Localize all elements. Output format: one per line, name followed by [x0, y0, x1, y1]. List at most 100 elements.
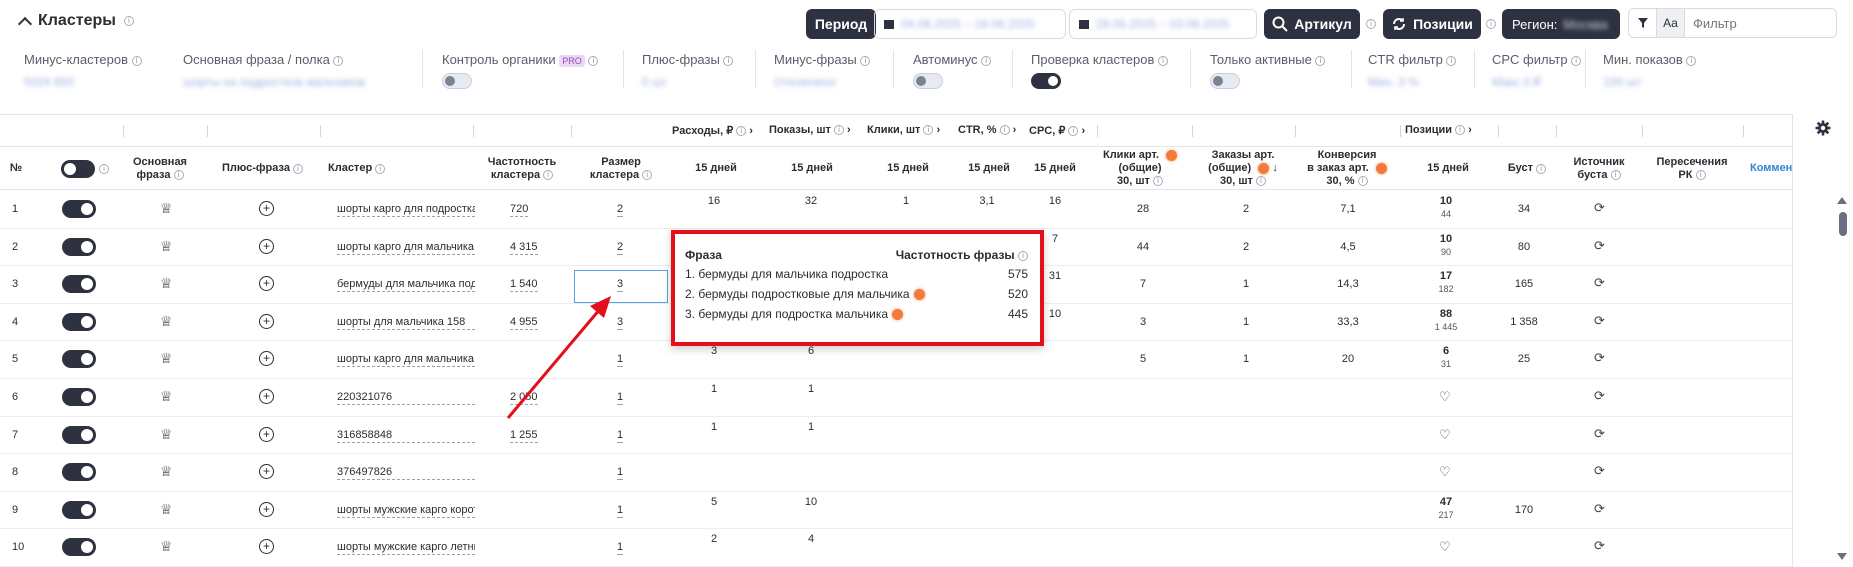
group-cpc[interactable]: CPC, ₽ i ›: [1029, 124, 1085, 137]
organic-toggle[interactable]: [442, 73, 472, 89]
autominus-toggle[interactable]: [913, 73, 943, 89]
cluster-size[interactable]: 3: [617, 316, 624, 330]
plus-circle-icon[interactable]: +: [259, 351, 274, 367]
col-cpc-15d[interactable]: 15 дней: [1022, 147, 1088, 190]
info-icon[interactable]: i: [1357, 176, 1368, 187]
info-icon[interactable]: i: [736, 126, 747, 137]
cluster-name[interactable]: шорты карго для мальчика: [337, 241, 475, 255]
info-icon[interactable]: i: [1255, 176, 1266, 187]
plus-circle-icon[interactable]: +: [259, 276, 274, 292]
crown-icon[interactable]: ♕: [160, 427, 173, 441]
refresh-icon[interactable]: ⟳: [1594, 314, 1605, 327]
cluster-size[interactable]: 1: [617, 391, 624, 405]
col-frequency[interactable]: Частотность кластера i: [474, 147, 570, 190]
row-active-toggle[interactable]: [62, 500, 96, 519]
col-ctr-15d[interactable]: 15 дней: [956, 147, 1022, 190]
crown-icon[interactable]: ♕: [160, 276, 173, 290]
cluster-frequency[interactable]: 1 255: [510, 429, 538, 443]
info-icon[interactable]: i: [1315, 55, 1326, 66]
period-button[interactable]: Период: [806, 9, 876, 39]
cluster-name[interactable]: шорты мужские карго короткие: [337, 504, 475, 518]
col-expenses-15d[interactable]: 15 дней: [668, 147, 764, 190]
scroll-up-arrow[interactable]: [1837, 197, 1847, 204]
info-icon[interactable]: i: [99, 163, 109, 174]
toggle-all[interactable]: [61, 159, 95, 178]
heart-icon[interactable]: ♡: [1439, 428, 1451, 441]
col-boost-source[interactable]: Источник буста i: [1556, 147, 1642, 190]
group-ctr[interactable]: CTR, % i ›: [958, 124, 1016, 136]
section-header[interactable]: Кластеры i: [17, 12, 134, 31]
minus-phrases-value[interactable]: Отключено: [774, 75, 870, 89]
cluster-frequency[interactable]: 4 315: [510, 241, 538, 255]
refresh-icon[interactable]: ⟳: [1594, 464, 1605, 477]
crown-icon[interactable]: ♕: [160, 464, 173, 478]
positions-button[interactable]: Позиции: [1383, 9, 1481, 39]
cluster-name[interactable]: шорты для мальчика 158: [337, 316, 475, 330]
ctr-filter-value[interactable]: Мин. 3 %: [1368, 75, 1456, 89]
row-active-toggle[interactable]: [62, 538, 96, 557]
crown-icon[interactable]: ♕: [160, 502, 173, 516]
info-icon[interactable]: i: [999, 125, 1010, 136]
info-icon[interactable]: i: [1158, 55, 1169, 66]
funnel-icon[interactable]: [1629, 9, 1657, 37]
info-icon[interactable]: i: [333, 55, 344, 66]
col-rk-cross[interactable]: Пересечения РК i: [1642, 147, 1742, 190]
row-active-toggle[interactable]: [62, 388, 96, 406]
cluster-size[interactable]: 2: [617, 241, 624, 255]
date-range-current[interactable]: 04.06.2025 – 18.06.2025: [874, 9, 1066, 39]
refresh-icon[interactable]: ⟳: [1594, 239, 1605, 252]
col-shows-15d[interactable]: 15 дней: [764, 147, 860, 190]
crown-icon[interactable]: ♕: [160, 201, 173, 215]
col-art-clicks[interactable]: Клики арт. (общие) 30, шт i: [1092, 147, 1188, 190]
heart-icon[interactable]: ♡: [1439, 465, 1451, 478]
cluster-name[interactable]: 376497826: [337, 466, 475, 481]
plus-circle-icon[interactable]: +: [259, 313, 274, 329]
info-icon[interactable]: i: [131, 55, 142, 66]
info-icon[interactable]: i: [642, 169, 653, 180]
group-positions[interactable]: Позиции i ›: [1405, 124, 1472, 136]
col-cluster[interactable]: Кластер i: [328, 147, 468, 190]
info-icon[interactable]: i: [375, 163, 386, 174]
col-comment[interactable]: Коммен: [1750, 147, 1792, 190]
crown-icon[interactable]: ♕: [160, 314, 173, 328]
info-icon[interactable]: i: [723, 55, 734, 66]
info-icon[interactable]: i: [1455, 125, 1466, 136]
check-clusters-toggle[interactable]: [1031, 73, 1061, 89]
info-icon[interactable]: i: [981, 55, 992, 66]
group-shows[interactable]: Показы, шт i ›: [769, 124, 851, 136]
cluster-size[interactable]: 2: [617, 203, 624, 217]
cluster-size[interactable]: 1: [617, 541, 624, 556]
refresh-icon[interactable]: ⟳: [1594, 351, 1605, 364]
chevron-up-icon[interactable]: [17, 16, 33, 31]
info-icon[interactable]: i: [860, 55, 871, 66]
col-positions-15d[interactable]: 15 дней: [1400, 147, 1496, 190]
info-icon[interactable]: i: [1068, 126, 1079, 137]
col-main-phrase[interactable]: Основная фраза i: [124, 147, 196, 190]
info-icon[interactable]: i: [1486, 19, 1496, 29]
col-conversion[interactable]: Конверсия в заказ арт. 30, % i: [1296, 147, 1398, 190]
refresh-icon[interactable]: ⟳: [1594, 201, 1605, 214]
info-icon[interactable]: i: [1536, 163, 1547, 174]
info-icon[interactable]: i: [923, 125, 934, 136]
cluster-frequency[interactable]: 4 955: [510, 316, 538, 330]
sort-desc-icon[interactable]: ↓: [1272, 162, 1278, 174]
refresh-icon[interactable]: ⟳: [1594, 502, 1605, 515]
col-art-orders[interactable]: Заказы арт. (общие) ↓ 30, шт i: [1193, 147, 1293, 190]
col-plus-phrase[interactable]: Плюс-фраза i: [210, 147, 315, 190]
row-active-toggle[interactable]: [62, 350, 96, 369]
info-icon[interactable]: i: [833, 125, 844, 136]
plus-phrases-value[interactable]: 0 шт: [642, 75, 733, 89]
info-icon[interactable]: i: [1366, 19, 1376, 29]
crown-icon[interactable]: ♕: [160, 389, 173, 403]
plus-circle-icon[interactable]: +: [259, 238, 274, 254]
cluster-size[interactable]: 1: [617, 429, 624, 443]
crown-icon[interactable]: ♕: [160, 239, 173, 253]
cluster-name[interactable]: шорты мужские карго летние: [337, 541, 475, 556]
row-active-toggle[interactable]: [62, 237, 96, 256]
row-active-toggle[interactable]: [62, 425, 96, 444]
selected-cell[interactable]: [574, 270, 668, 303]
heart-icon[interactable]: ♡: [1439, 390, 1451, 403]
cluster-size[interactable]: 1: [617, 353, 624, 368]
info-icon[interactable]: i: [543, 169, 554, 180]
plus-circle-icon[interactable]: +: [259, 426, 274, 442]
